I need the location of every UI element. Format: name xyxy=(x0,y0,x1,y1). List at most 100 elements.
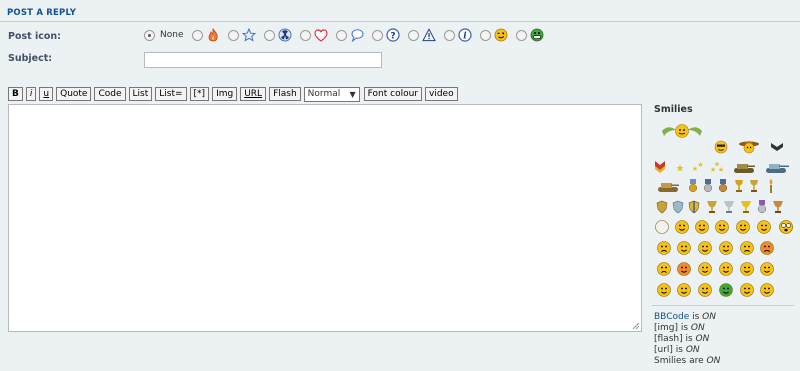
list-button[interactable]: List xyxy=(128,87,153,101)
sombrero-smiley-icon[interactable] xyxy=(738,138,760,154)
cup-gold-icon[interactable] xyxy=(740,200,752,214)
grinning-smiley-icon xyxy=(530,28,544,42)
medal-icon[interactable] xyxy=(688,179,698,193)
tank-icon[interactable] xyxy=(732,161,756,175)
sunglasses-smiley-icon[interactable] xyxy=(714,140,728,154)
img-status-text: [img] is xyxy=(654,323,691,333)
bbcode-link[interactable]: BBCode xyxy=(654,312,689,322)
flying-smiley-icon[interactable] xyxy=(660,122,704,140)
trophy-small-icon[interactable] xyxy=(749,179,759,193)
post-reply-panel: POST A REPLY Post icon: None ? i Subject… xyxy=(0,0,800,371)
tongue-smiley-icon[interactable] xyxy=(697,240,713,256)
list-item-button[interactable]: [*] xyxy=(189,87,210,101)
post-icon-radio-info[interactable] xyxy=(444,29,456,41)
heart-icon xyxy=(314,28,329,42)
url-button[interactable]: URL xyxy=(240,87,267,101)
shield-icon[interactable] xyxy=(656,200,668,214)
bold-button[interactable]: B xyxy=(8,87,23,101)
smiling-smiley-icon[interactable] xyxy=(714,219,730,235)
url-status-text: [url] is xyxy=(654,345,686,355)
ribbon-badge-icon[interactable] xyxy=(654,160,666,174)
bbcode-status-text: is xyxy=(689,312,703,322)
single-star-icon[interactable] xyxy=(676,164,684,172)
rolling-eyes-smiley-icon[interactable] xyxy=(718,261,734,277)
underline-button[interactable]: u xyxy=(39,87,54,101)
twisted-smiley-icon[interactable] xyxy=(697,261,713,277)
message-textarea[interactable] xyxy=(8,104,642,332)
post-icon-radio-fire[interactable] xyxy=(192,29,204,41)
happy-smiley-icon[interactable] xyxy=(735,219,751,235)
shield-gold-icon[interactable] xyxy=(688,200,700,214)
wink-smiley-icon[interactable] xyxy=(718,240,734,256)
subject-label: Subject: xyxy=(8,53,53,64)
green-smiley-icon[interactable] xyxy=(718,282,734,298)
medal-bronze-icon[interactable] xyxy=(718,179,728,193)
post-icon-radio-wink[interactable] xyxy=(480,29,492,41)
img-status: [img] is ON xyxy=(654,323,705,334)
smilies-divider xyxy=(652,305,794,306)
tank-desert-icon[interactable] xyxy=(656,180,680,194)
subject-input[interactable] xyxy=(144,52,382,68)
two-stars-icon[interactable] xyxy=(692,161,704,173)
frown-smiley-icon[interactable] xyxy=(656,261,672,277)
post-icon-radio-none[interactable] xyxy=(144,29,155,41)
medal-purple-icon[interactable] xyxy=(756,200,768,214)
quote-button[interactable]: Quote xyxy=(56,87,92,101)
post-icon-radio-warning[interactable] xyxy=(408,29,420,41)
code-button[interactable]: Code xyxy=(94,87,126,101)
font-colour-button[interactable]: Font colour xyxy=(363,87,422,101)
neutral-smiley-icon[interactable] xyxy=(697,282,713,298)
flash-state: ON xyxy=(695,334,710,344)
fire-icon xyxy=(206,28,220,42)
flash-button[interactable]: Flash xyxy=(269,87,301,101)
svg-text:?: ? xyxy=(391,32,396,42)
trophy-icon[interactable] xyxy=(734,179,744,193)
idea-smiley-icon[interactable] xyxy=(656,282,672,298)
tank-blue-icon[interactable] xyxy=(764,161,790,175)
mad-smiley-icon[interactable] xyxy=(759,240,775,256)
post-icon-radio-radioactive[interactable] xyxy=(264,29,276,41)
uber-geek-smiley-icon[interactable] xyxy=(759,282,775,298)
torch-icon[interactable] xyxy=(766,179,776,193)
cup-icon[interactable] xyxy=(706,200,718,214)
winking-smiley-icon xyxy=(494,28,508,42)
question-smiley-icon[interactable] xyxy=(759,261,775,277)
smilies-status: Smilies are ON xyxy=(654,356,720,367)
eek-smiley-icon[interactable] xyxy=(778,219,794,235)
cup-bronze-icon[interactable] xyxy=(772,200,784,214)
evil-smiley-icon[interactable] xyxy=(676,261,692,277)
img-button[interactable]: Img xyxy=(212,87,238,101)
smilies-title: Smilies xyxy=(654,104,693,115)
sad-smiley-icon[interactable] xyxy=(739,240,755,256)
rank-chevron-icon[interactable] xyxy=(770,142,784,152)
ordered-list-button[interactable]: List= xyxy=(155,87,187,101)
resize-grip-icon[interactable] xyxy=(632,322,640,330)
italic-button[interactable]: i xyxy=(25,87,37,101)
chevron-down-icon: ▼ xyxy=(349,89,356,99)
flash-status: [flash] is ON xyxy=(654,334,709,345)
bbcode-state: ON xyxy=(702,312,716,322)
font-size-select[interactable]: Normal ▼ xyxy=(303,86,360,102)
three-stars-icon[interactable] xyxy=(710,161,724,173)
shield-silver-icon[interactable] xyxy=(672,200,684,214)
surprised-smiley-icon[interactable] xyxy=(756,219,772,235)
post-icon-radio-question[interactable] xyxy=(372,29,384,41)
medal-silver-icon[interactable] xyxy=(703,179,713,193)
arrow-smiley-icon[interactable] xyxy=(676,282,692,298)
panel-title: POST A REPLY xyxy=(0,0,800,22)
exclamation-smiley-icon[interactable] xyxy=(739,261,755,277)
post-icon-radio-heart[interactable] xyxy=(300,29,312,41)
grinning-smiley-icon[interactable] xyxy=(694,219,710,235)
post-icon-radio-star[interactable] xyxy=(228,29,240,41)
post-icon-radio-grin[interactable] xyxy=(516,29,528,41)
question-icon: ? xyxy=(386,28,401,42)
confused-smiley-icon[interactable] xyxy=(656,240,672,256)
cool-smiley-icon[interactable] xyxy=(676,240,692,256)
radioactive-icon xyxy=(278,28,292,42)
video-button[interactable]: video xyxy=(425,87,458,101)
lightbulb-icon[interactable] xyxy=(654,219,670,235)
geek-smiley-icon[interactable] xyxy=(739,282,755,298)
laughing-smiley-icon[interactable] xyxy=(674,219,690,235)
cup-silver-icon[interactable] xyxy=(723,200,735,214)
post-icon-radio-speech[interactable] xyxy=(336,29,348,41)
